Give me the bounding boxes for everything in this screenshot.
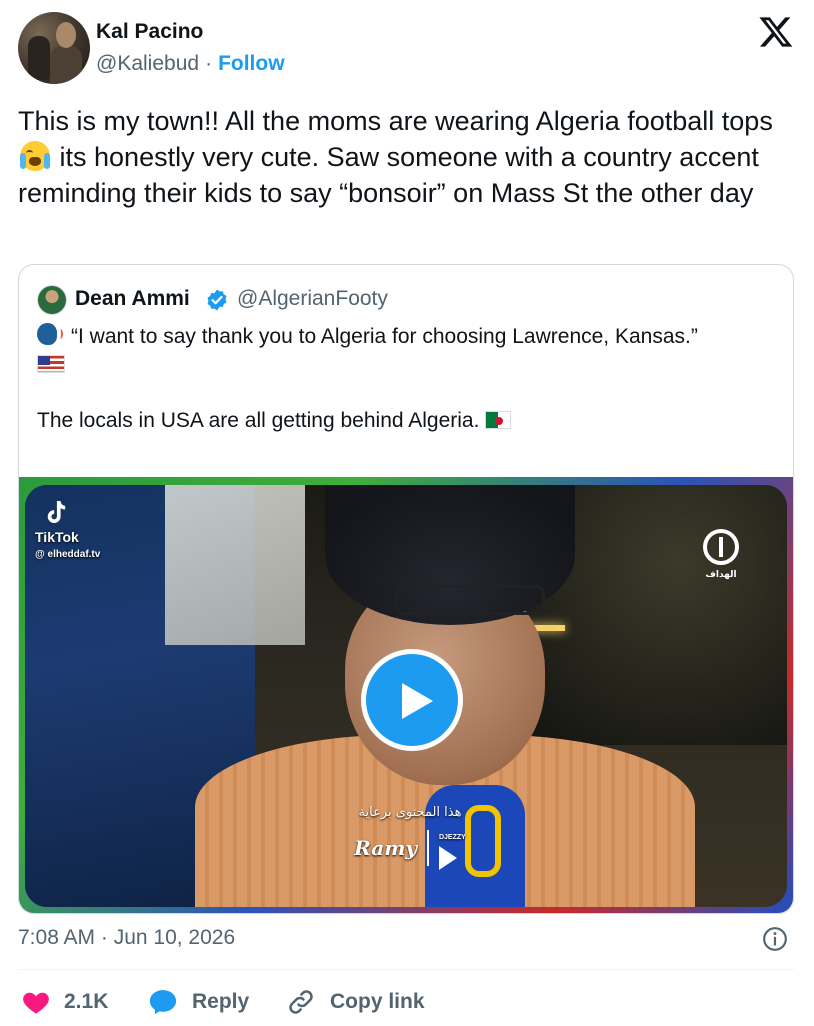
- sponsor-brands: Ramy DJEZZY: [345, 826, 475, 870]
- separator-dot: ·: [205, 52, 213, 75]
- quote-line-blank: [37, 379, 777, 407]
- channel-logo-icon: [703, 529, 739, 565]
- author-avatar[interactable]: [18, 12, 90, 84]
- quote-line: The locals in USA are all getting behind…: [37, 407, 777, 435]
- divider: [18, 969, 794, 970]
- tiktok-label: TikTok: [35, 529, 79, 545]
- play-icon: [402, 683, 433, 719]
- tiktok-icon: [47, 501, 66, 523]
- algeria-flag-icon: [485, 411, 512, 429]
- tweet-text-part: This is my town!! All the moms are weari…: [18, 106, 773, 136]
- tweet-text: This is my town!! All the moms are weari…: [18, 103, 798, 211]
- reply-label: Reply: [192, 990, 250, 1013]
- avatar-figure: [56, 22, 76, 48]
- reply-button[interactable]: Reply: [148, 984, 249, 1020]
- sponsor-overlay: هذا المحتوى برعاية Ramy DJEZZY: [345, 805, 475, 870]
- quote-text-line3: The locals in USA are all getting behind…: [37, 409, 480, 432]
- quote-line: [37, 351, 777, 379]
- tweet-text-part: its honestly very cute. Saw someone with…: [18, 142, 759, 208]
- quoted-tweet-card[interactable]: Dean Ammi @AlgerianFooty “I want to say …: [18, 264, 794, 914]
- video-flag: [165, 485, 305, 645]
- author-handle[interactable]: @Kaliebud: [96, 52, 199, 75]
- sponsor-text: هذا المحتوى برعاية: [358, 805, 462, 820]
- like-count: 2.1K: [64, 990, 109, 1013]
- quote-text-line1: “I want to say thank you to Algeria for …: [71, 325, 698, 348]
- follow-button[interactable]: Follow: [218, 52, 285, 75]
- verified-badge-icon: [207, 289, 227, 311]
- play-button-circle: [366, 654, 458, 746]
- quoted-author-avatar[interactable]: [37, 285, 67, 315]
- avatar-figure: [28, 36, 50, 80]
- channel-logo-text: الهداف: [705, 569, 737, 579]
- author-name[interactable]: Kal Pacino: [96, 20, 203, 44]
- quote-line: “I want to say thank you to Algeria for …: [37, 323, 777, 351]
- copy-link-button[interactable]: Copy link: [286, 984, 425, 1020]
- djezzy-play-icon: [438, 846, 457, 870]
- action-bar: 2.1K Reply Copy link: [18, 984, 794, 1020]
- reply-bubble-icon: [149, 990, 177, 1015]
- quoted-author-name[interactable]: Dean Ammi: [75, 287, 190, 311]
- sponsor-brand-djezzy: DJEZZY: [438, 826, 466, 870]
- quoted-tweet-text: “I want to say thank you to Algeria for …: [37, 323, 777, 435]
- tiktok-username: @ elheddaf.tv: [35, 549, 101, 560]
- video-frame: TikTok @ elheddaf.tv الهداف هذا المحتوى …: [25, 485, 787, 907]
- info-icon[interactable]: [762, 926, 788, 952]
- tweet-header: Kal Pacino @Kaliebud · Follow: [18, 12, 798, 86]
- tweet-timestamp[interactable]: 7:08 AM · Jun 10, 2026: [18, 926, 235, 950]
- sponsor-divider: [426, 830, 429, 866]
- loudly-crying-face-icon: [20, 141, 50, 171]
- copy-link-label: Copy link: [330, 990, 425, 1013]
- djezzy-label: DJEZZY: [438, 834, 466, 841]
- heart-icon: [23, 992, 49, 1014]
- video-player[interactable]: TikTok @ elheddaf.tv الهداف هذا المحتوى …: [19, 477, 793, 913]
- author-handle-line: @Kaliebud · Follow: [96, 52, 285, 76]
- speaking-head-icon: [37, 323, 63, 347]
- sponsor-brand-ramy: Ramy: [354, 836, 417, 860]
- quoted-author-handle[interactable]: @AlgerianFooty: [237, 287, 388, 311]
- video-glasses: [395, 585, 545, 615]
- play-button[interactable]: [361, 649, 463, 751]
- us-flag-icon: [37, 355, 65, 373]
- avatar-figure: [50, 46, 82, 84]
- link-icon: [289, 990, 313, 1014]
- x-logo-icon[interactable]: [758, 14, 794, 50]
- like-button[interactable]: 2.1K: [22, 984, 108, 1020]
- channel-logo: الهداف: [695, 529, 747, 581]
